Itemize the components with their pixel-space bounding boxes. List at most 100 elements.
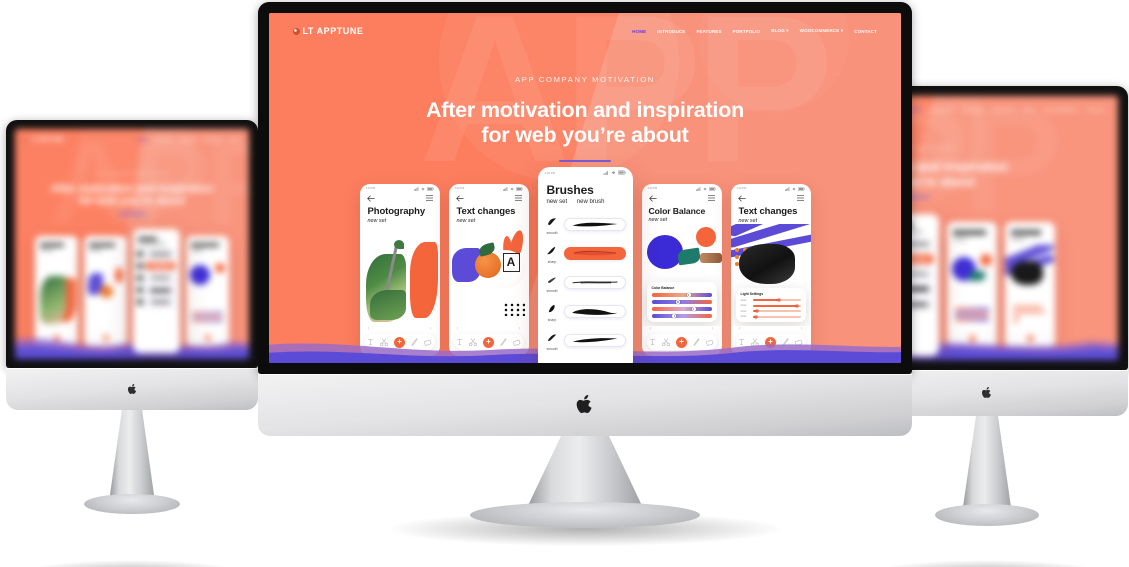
menu-item-features[interactable]: FEATURES <box>696 29 721 34</box>
hamburger-icon[interactable] <box>707 195 715 201</box>
hero-headline-line1: After motivation and inspiration <box>425 98 745 122</box>
status-time: 4:20 PM <box>544 170 555 175</box>
hero-divider <box>118 213 146 215</box>
arrow-left-icon[interactable] <box>648 194 657 202</box>
signal-icon <box>603 170 608 175</box>
brand-name: LT APPTUNE <box>30 137 64 143</box>
brush-preview[interactable] <box>563 217 626 231</box>
slider-knob[interactable] <box>754 315 758 318</box>
brush-stroke-icon: sharp <box>545 242 560 264</box>
phone-card-color-balance: 4:20 PM Color Balance new set Color Bala… <box>641 184 722 356</box>
phone-artwork <box>360 224 440 327</box>
brand-logo[interactable]: LT APPTUNE <box>25 137 64 143</box>
slider-row[interactable]: Glow <box>741 298 801 302</box>
slider-knob[interactable] <box>691 307 696 311</box>
menu-item-home[interactable]: HOME <box>632 29 646 34</box>
menu-item-introduce[interactable]: INTRODUCE <box>153 138 173 142</box>
slider-row[interactable] <box>651 314 712 318</box>
menu-item-features[interactable]: FEATURES <box>962 107 984 112</box>
menu-item-contact[interactable]: CONTACT <box>1086 107 1106 112</box>
brush-row[interactable] <box>137 286 176 294</box>
pager-prev-icon[interactable]: ‹ <box>368 326 370 332</box>
pager-next-icon[interactable]: › <box>712 326 714 332</box>
menu-item-portfolio[interactable]: PORTFOLIO <box>733 29 761 34</box>
chevron-down-icon: ▾ <box>786 28 789 33</box>
menu-item-portfolio[interactable]: PORTFOLIO <box>992 107 1016 112</box>
slider-row[interactable] <box>651 300 712 304</box>
slider-track[interactable] <box>651 307 712 311</box>
phone-appbar <box>731 191 811 202</box>
menu-item-woocommerce[interactable]: WOOCOMMERCE ▾ <box>800 28 844 34</box>
brand-logo[interactable]: LT APPTUNE <box>293 26 363 36</box>
brush-row[interactable]: sharp <box>545 242 626 264</box>
slider-knob[interactable] <box>675 300 680 304</box>
menu-item-blog[interactable]: BLOG <box>229 138 239 142</box>
slider-track[interactable] <box>752 309 801 313</box>
slider-track[interactable] <box>752 304 801 307</box>
phone-notch <box>570 167 600 172</box>
menu-item-introduce[interactable]: INTRODUCE <box>929 107 954 112</box>
arrow-left-icon[interactable] <box>366 194 375 202</box>
phone-artwork: Color Balance <box>642 223 722 327</box>
menu-item-portfolio[interactable]: PORTFOLIO <box>203 138 223 142</box>
menu-item-introduce[interactable]: INTRODUCE <box>657 29 685 34</box>
slider-knob[interactable] <box>672 314 677 318</box>
slider-row[interactable]: Glow <box>741 315 801 318</box>
hero-divider <box>559 159 611 163</box>
hamburger-icon[interactable] <box>796 195 804 201</box>
slider-knob[interactable] <box>777 298 781 302</box>
brush-row[interactable]: sharp <box>545 300 626 322</box>
slider-knob[interactable] <box>686 293 691 297</box>
arrow-left-icon[interactable] <box>737 194 746 202</box>
brush-preview[interactable] <box>563 304 626 318</box>
brush-row[interactable]: smooth <box>545 271 626 293</box>
pager-next-icon[interactable]: › <box>430 326 432 332</box>
phone-card-text-changes-2: 4:20 PM Text changes new set Light Setti… <box>730 184 811 356</box>
slider-track[interactable] <box>752 298 801 302</box>
slider-row[interactable] <box>651 307 712 311</box>
pager-prev-icon[interactable]: ‹ <box>457 326 459 332</box>
phone-appbar <box>642 191 722 202</box>
brush-row[interactable] <box>137 298 176 306</box>
brush-row[interactable]: smooth <box>545 329 626 351</box>
brush-row[interactable] <box>137 262 176 270</box>
slider-track[interactable] <box>752 315 801 318</box>
menu-item-features[interactable]: FEATURES <box>179 138 197 142</box>
brush-preview-selected[interactable] <box>563 246 626 260</box>
pager-next-icon[interactable]: › <box>801 326 803 332</box>
pager-next-icon[interactable]: › <box>519 326 521 332</box>
arrow-left-icon[interactable] <box>455 194 464 202</box>
brush-row[interactable]: smooth <box>545 213 626 235</box>
slider-knob[interactable] <box>795 304 799 307</box>
phone-notch <box>964 222 980 225</box>
slider-track[interactable] <box>651 314 712 318</box>
brush-row[interactable] <box>137 274 176 282</box>
brush-preview[interactable] <box>563 333 626 347</box>
logo-dot-icon <box>293 27 300 35</box>
slider-row[interactable] <box>651 293 712 297</box>
slider-track[interactable] <box>651 300 712 304</box>
menu-item-blog[interactable]: BLOG <box>1024 107 1036 112</box>
menu-item-home[interactable]: HOME <box>137 138 147 142</box>
menu-item-blog[interactable]: BLOG ▾ <box>771 28 788 34</box>
slider-row[interactable]: Glow <box>741 309 801 313</box>
brush-preview[interactable] <box>563 275 626 289</box>
phone-artwork <box>1005 245 1055 330</box>
pager-prev-icon[interactable]: ‹ <box>739 326 741 332</box>
menu-item-contact[interactable]: CONTACT <box>854 29 877 34</box>
slider-row[interactable]: Glow <box>741 304 801 307</box>
brush-row[interactable] <box>137 250 176 258</box>
slider-track[interactable] <box>651 293 712 297</box>
chevron-down-icon: ▾ <box>840 28 844 33</box>
left-imac-neck <box>109 410 155 502</box>
hamburger-icon[interactable] <box>514 195 522 201</box>
phone-artwork: Light Settings Glow Glow Glow Glow <box>730 223 811 327</box>
slider-knob[interactable] <box>755 309 759 313</box>
menu-item-woocommerce[interactable]: WOOCOMMERCE <box>1044 107 1079 112</box>
brush-list: smooth sharp smooth sharp smooth <box>538 205 633 351</box>
phone-notch <box>200 236 215 239</box>
pager-prev-icon[interactable]: ‹ <box>650 326 652 332</box>
hamburger-icon[interactable] <box>425 195 433 201</box>
center-imac-neck <box>525 436 645 512</box>
phone-artwork: A <box>449 224 529 327</box>
